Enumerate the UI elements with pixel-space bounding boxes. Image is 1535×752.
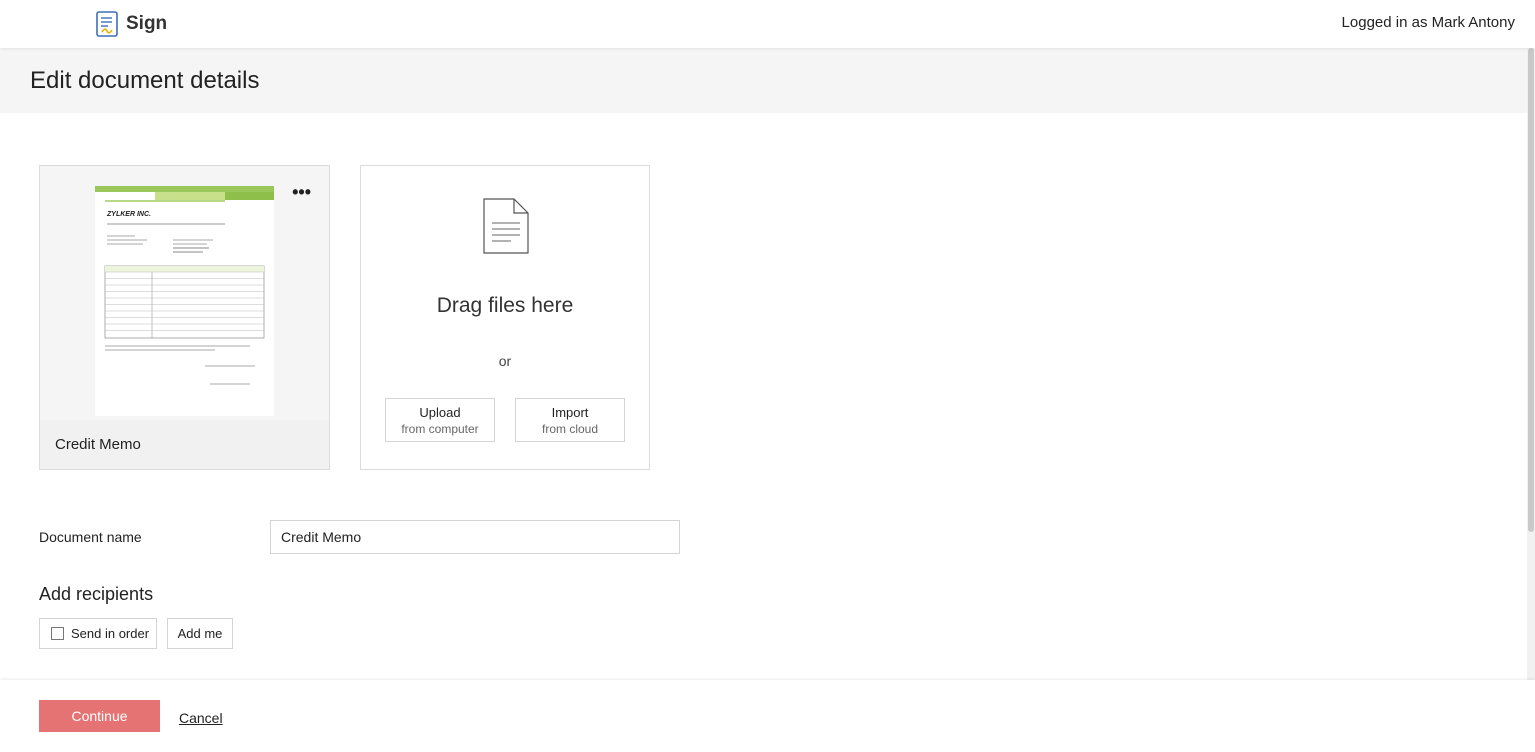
document-file-icon xyxy=(483,198,529,254)
continue-button[interactable]: Continue xyxy=(39,700,160,732)
send-in-order-label: Send in order xyxy=(71,626,150,641)
upload-sublabel: from computer xyxy=(401,422,479,436)
file-drop-zone[interactable]: Drag files here or Upload from computer … xyxy=(360,165,650,470)
import-from-cloud-button[interactable]: Import from cloud xyxy=(515,398,625,442)
document-name-label: Document name xyxy=(39,529,142,545)
send-in-order-toggle[interactable]: Send in order xyxy=(39,618,157,649)
or-separator: or xyxy=(498,353,512,369)
logged-in-user: Logged in as Mark Antony xyxy=(1341,14,1515,31)
drag-files-text: Drag files here xyxy=(436,294,574,317)
document-thumbnail: ZYLKER INC. ••• xyxy=(40,166,329,420)
send-in-order-checkbox[interactable] xyxy=(51,627,64,640)
document-page-preview: ZYLKER INC. xyxy=(95,186,274,416)
document-more-options-button[interactable]: ••• xyxy=(292,183,311,201)
top-bar: Sign Logged in as Mark Antony xyxy=(0,0,1535,48)
import-sublabel: from cloud xyxy=(541,422,599,436)
brand[interactable]: Sign xyxy=(96,11,167,37)
app-name: Sign xyxy=(126,13,168,34)
svg-text:ZYLKER INC.: ZYLKER INC. xyxy=(106,211,151,218)
page-scrollbar[interactable] xyxy=(1527,48,1535,752)
document-card-name: Credit Memo xyxy=(55,436,141,453)
document-name-input[interactable] xyxy=(270,520,680,554)
cancel-link[interactable]: Cancel xyxy=(179,710,223,726)
add-me-button[interactable]: Add me xyxy=(167,618,233,649)
footer-bar: Continue Cancel xyxy=(0,680,1535,752)
page-title: Edit document details xyxy=(30,67,260,94)
page-header: Edit document details xyxy=(0,48,1527,113)
upload-from-computer-button[interactable]: Upload from computer xyxy=(385,398,495,442)
scrollbar-thumb[interactable] xyxy=(1528,48,1534,532)
sign-logo-icon xyxy=(96,11,118,37)
import-label: Import xyxy=(551,405,589,420)
document-card[interactable]: ZYLKER INC. ••• Credit Memo xyxy=(39,165,330,470)
upload-label: Upload xyxy=(419,405,461,420)
add-recipients-heading: Add recipients xyxy=(39,584,154,604)
